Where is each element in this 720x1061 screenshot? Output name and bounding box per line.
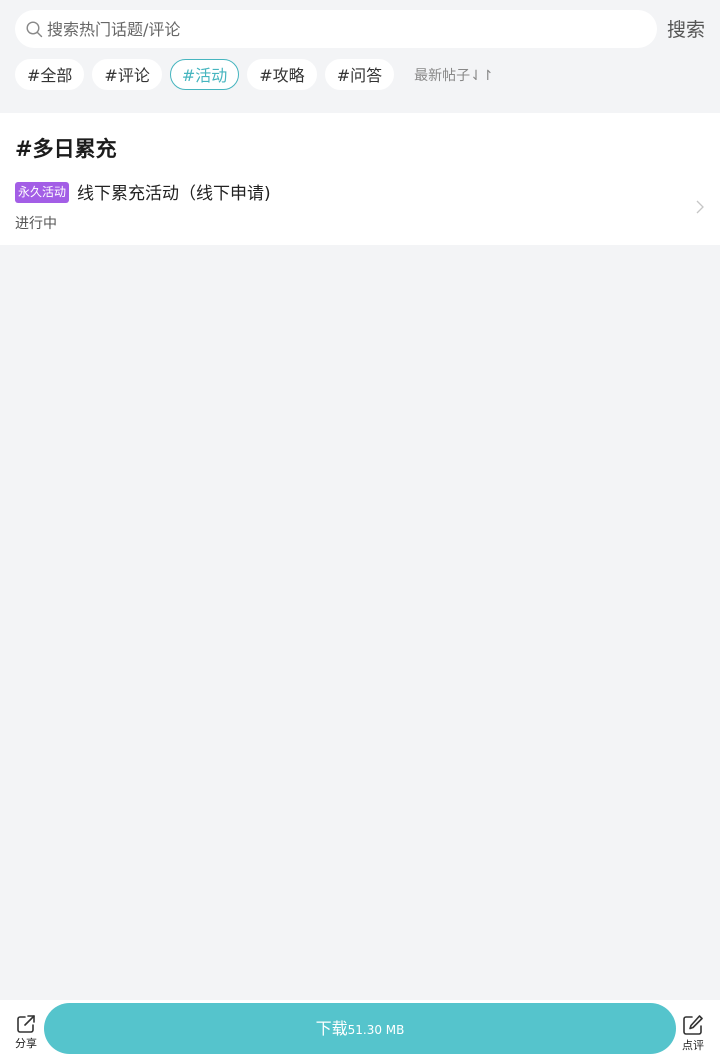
tag-comments[interactable]: #评论	[92, 59, 162, 90]
comment-label: 点评	[682, 1039, 704, 1052]
event-badge: 永久活动	[15, 182, 70, 203]
sort-latest-button[interactable]: 最新帖子⇃↾	[414, 65, 493, 85]
search-box[interactable]	[15, 10, 657, 48]
bottom-bar: 分享 下载51.30 MB 点评	[0, 1000, 720, 1061]
share-label: 分享	[15, 1037, 37, 1050]
tag-filter-row: #全部 #评论 #活动 #攻略 #问答 最新帖子⇃↾	[15, 59, 494, 90]
comment-button[interactable]: 点评	[676, 1014, 710, 1053]
tag-guides[interactable]: #攻略	[247, 59, 317, 90]
topic-card: #多日累充 永久活动 线下累充活动（线下申请) 进行中	[0, 113, 720, 245]
download-label: 下载	[315, 1019, 348, 1038]
edit-icon	[683, 1015, 703, 1035]
download-size: 51.30 MB	[347, 1023, 405, 1037]
tag-events[interactable]: #活动	[169, 59, 240, 90]
item-title: 线下累充活动（线下申请)	[77, 184, 271, 204]
search-icon	[26, 21, 43, 38]
download-button[interactable]: 下载51.30 MB	[44, 1003, 676, 1054]
share-button[interactable]: 分享	[8, 1014, 44, 1051]
share-icon	[17, 1015, 35, 1033]
tag-all[interactable]: #全部	[15, 59, 85, 90]
topic-title: #多日累充	[15, 137, 117, 161]
search-button[interactable]: 搜索	[667, 15, 705, 42]
search-row: 搜索	[15, 10, 705, 48]
status-text: 进行中	[15, 216, 57, 232]
chevron-right-icon	[696, 200, 704, 214]
search-input[interactable]	[47, 10, 627, 48]
tag-qa[interactable]: #问答	[324, 59, 395, 90]
list-item[interactable]: 永久活动 线下累充活动（线下申请) 进行中	[0, 176, 720, 242]
